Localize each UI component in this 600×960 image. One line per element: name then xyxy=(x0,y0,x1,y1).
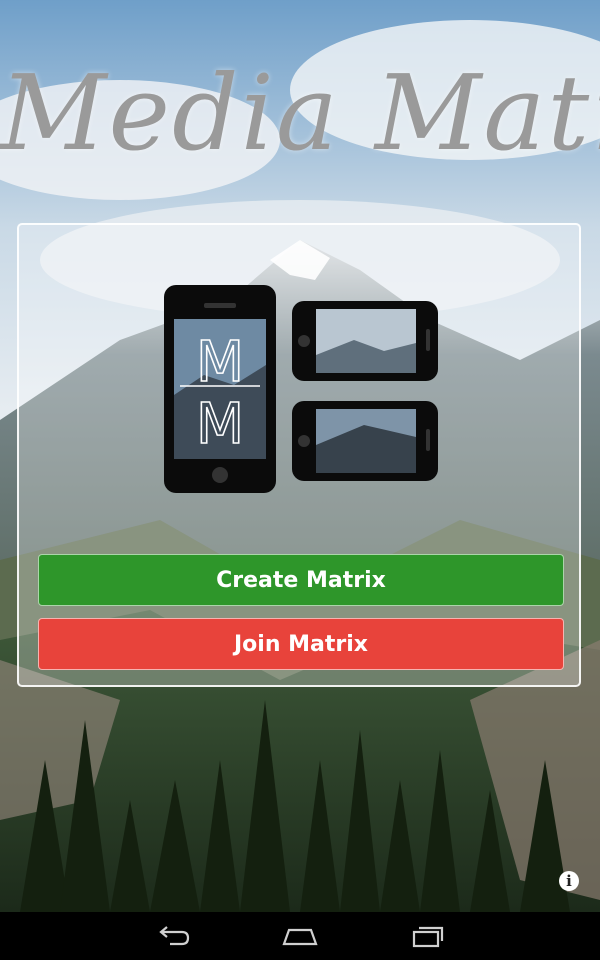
app-screen: Media Matrix M M Create Matrix xyxy=(0,0,600,960)
android-navigation-bar xyxy=(0,912,600,960)
back-icon[interactable] xyxy=(148,920,196,952)
devices-logo-illustration: M M xyxy=(164,285,438,493)
info-icon[interactable]: i xyxy=(559,871,579,891)
app-title: Media Matrix xyxy=(0,52,600,174)
logo-letter-bottom: M xyxy=(196,392,244,457)
join-matrix-button[interactable]: Join Matrix xyxy=(38,618,564,670)
recent-apps-icon[interactable] xyxy=(404,920,452,952)
home-icon[interactable] xyxy=(276,920,324,952)
main-panel: M M Create Matrix Join Matrix xyxy=(17,223,581,687)
create-matrix-button[interactable]: Create Matrix xyxy=(38,554,564,606)
logo-letter-top: M xyxy=(196,330,244,395)
